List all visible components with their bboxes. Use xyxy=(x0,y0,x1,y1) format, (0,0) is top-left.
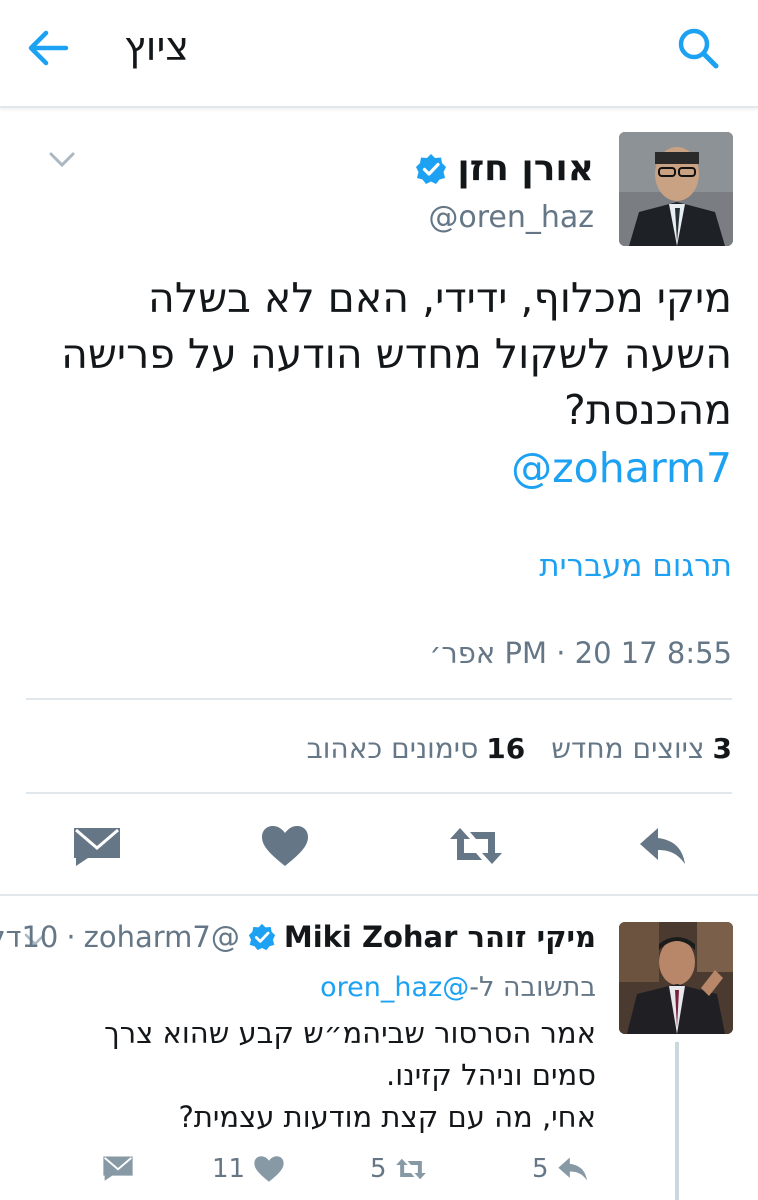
reply-text-line: אחי, מה עם קצת מודעות עצמית? xyxy=(178,1100,596,1134)
heart-icon[interactable] xyxy=(260,824,310,868)
top-bar: ציוץ xyxy=(0,0,758,108)
avatar-image xyxy=(619,132,733,246)
message-icon[interactable] xyxy=(72,824,122,868)
reply-text-line: סמים וניהל קזינו. xyxy=(386,1058,596,1092)
reply-to-line: בתשובה ל-@oren_haz xyxy=(320,972,596,1003)
retweets-label: ציוצים מחדש xyxy=(551,732,705,765)
avatar[interactable] xyxy=(619,922,733,1034)
reply-tweet[interactable]: מיקי זוהר Miki Zohar @zoharm7 · 10דק׳ בת… xyxy=(0,896,758,1200)
tweet-stats: 3ציוצים מחדש 16סימונים כאהוב xyxy=(307,732,732,765)
arrow-left-icon[interactable] xyxy=(26,28,70,68)
reply-retweet-action[interactable]: 5 xyxy=(370,1154,427,1184)
reply-actions: 11 5 5 xyxy=(0,1150,758,1190)
verified-badge-icon xyxy=(248,923,275,951)
reply-reply-action[interactable]: 5 xyxy=(532,1154,589,1184)
avatar[interactable] xyxy=(619,132,733,246)
reply-text-line: אמר הסרסור שביהמ״ש קבע שהוא צרך xyxy=(104,1016,596,1050)
retweets-count: 3 xyxy=(712,732,732,765)
retweet-count: 5 xyxy=(370,1154,387,1184)
author-name[interactable]: אורן חזן xyxy=(457,148,594,189)
search-icon[interactable] xyxy=(676,26,720,70)
chevron-down-icon[interactable] xyxy=(48,150,76,170)
tweet-text: מיקי מכלוף, ידידי, האם לא בשלה השעה לשקו… xyxy=(61,274,732,434)
reply-text: אמר הסרסור שביהמ״ש קבע שהוא צרך סמים וני… xyxy=(16,1012,596,1138)
avatar-image xyxy=(619,922,733,1034)
likes-label: סימונים כאהוב xyxy=(306,732,479,765)
tweet-author[interactable]: אורן חזן xyxy=(415,148,594,189)
retweet-icon[interactable] xyxy=(448,824,504,868)
reply-author-name[interactable]: מיקי זוהר Miki Zohar xyxy=(284,920,596,954)
reply-icon[interactable] xyxy=(638,824,688,868)
divider xyxy=(26,792,732,794)
retweet-icon xyxy=(395,1158,426,1180)
verified-badge-icon xyxy=(416,153,447,184)
like-count: 11 xyxy=(212,1154,246,1184)
likes-stat[interactable]: 16סימונים כאהוב xyxy=(307,732,526,765)
author-handle[interactable]: @oren_haz xyxy=(428,200,594,235)
heart-icon xyxy=(254,1156,284,1182)
mention-link[interactable]: @zoharm7 xyxy=(511,444,732,492)
retweets-stat[interactable]: 3ציוצים מחדש xyxy=(551,732,732,765)
reply-time: 10דק׳ xyxy=(0,920,59,954)
reply-message-action[interactable] xyxy=(102,1154,134,1182)
likes-count: 16 xyxy=(486,732,526,765)
reply-to-handle[interactable]: @oren_haz xyxy=(320,972,469,1003)
translate-link[interactable]: תרגום מעברית xyxy=(539,548,732,584)
tweet-actions xyxy=(0,810,758,890)
message-icon xyxy=(103,1156,133,1181)
tweet-timestamp: 8:55 PM · 20 17 אפר׳ xyxy=(429,636,732,670)
reply-like-action[interactable]: 11 xyxy=(212,1154,285,1184)
divider xyxy=(26,698,732,700)
reply-header: מיקי זוהר Miki Zohar @zoharm7 · 10דק׳ xyxy=(0,920,596,954)
reply-to-prefix: בתשובה ל- xyxy=(469,972,596,1003)
separator-dot: · xyxy=(66,920,76,954)
page-title: ציוץ xyxy=(124,24,190,70)
reply-count: 5 xyxy=(532,1154,549,1184)
reply-author-handle[interactable]: @zoharm7 xyxy=(84,920,240,954)
reply-icon xyxy=(557,1157,587,1181)
